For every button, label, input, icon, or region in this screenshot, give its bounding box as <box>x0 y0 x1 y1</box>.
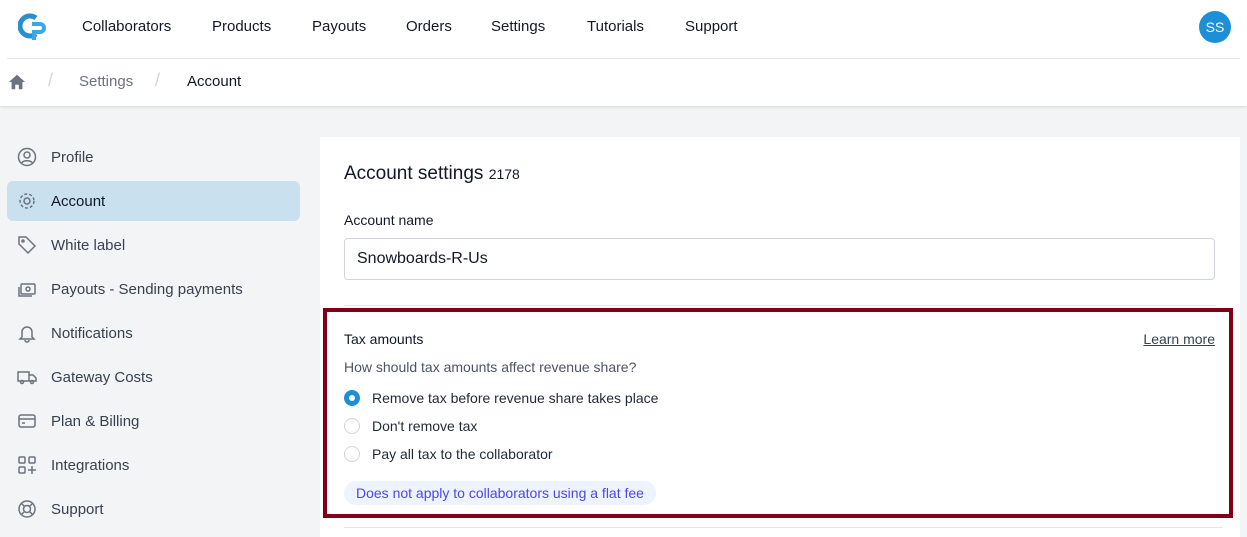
top-bar: Collaborators Products Payouts Orders Se… <box>0 0 1247 106</box>
sidebar-item-notifications[interactable]: Notifications <box>7 313 300 353</box>
logo-icon[interactable] <box>18 12 48 42</box>
divider <box>344 527 1223 528</box>
divider <box>344 305 1216 306</box>
radio-button[interactable] <box>344 446 360 462</box>
account-name-input[interactable] <box>344 238 1215 280</box>
user-circle-icon <box>17 147 37 167</box>
tag-icon <box>18 236 37 255</box>
radio-button[interactable] <box>344 418 360 434</box>
radio-label: Pay all tax to the collaborator <box>372 446 553 462</box>
radio-dont-remove-tax[interactable]: Don't remove tax <box>344 418 477 434</box>
sidebar-item-label: Payouts - Sending payments <box>51 280 243 298</box>
breadcrumb-separator: / <box>155 70 161 90</box>
radio-pay-all-tax[interactable]: Pay all tax to the collaborator <box>344 446 553 462</box>
sidebar-item-white-label[interactable]: White label <box>7 225 300 265</box>
sidebar-item-label: Support <box>51 500 104 518</box>
sidebar-item-gateway-costs[interactable]: Gateway Costs <box>7 357 300 397</box>
tax-question: How should tax amounts affect revenue sh… <box>344 359 637 375</box>
nav-products[interactable]: Products <box>212 18 271 35</box>
credit-card-icon <box>18 414 36 428</box>
sidebar-item-account[interactable]: Account <box>7 181 300 221</box>
sidebar-item-support[interactable]: Support <box>7 489 300 529</box>
radio-label: Remove tax before revenue share takes pl… <box>372 390 659 406</box>
home-icon[interactable] <box>8 73 26 91</box>
nav-settings[interactable]: Settings <box>491 18 545 35</box>
breadcrumb-settings[interactable]: Settings <box>79 73 133 90</box>
breadcrumb-account: Account <box>187 73 242 90</box>
sidebar-item-label: Account <box>51 192 106 210</box>
nav-collaborators[interactable]: Collaborators <box>82 18 171 35</box>
radio-button-checked[interactable] <box>344 390 360 406</box>
sidebar-item-plan-billing[interactable]: Plan & Billing <box>7 401 300 441</box>
tax-amounts-heading: Tax amounts <box>344 331 424 347</box>
truck-icon <box>17 371 37 385</box>
gear-icon <box>19 193 35 209</box>
lifebuoy-icon <box>18 500 36 518</box>
nav-payouts[interactable]: Payouts <box>312 18 366 35</box>
sidebar-item-label: Plan & Billing <box>51 412 140 430</box>
sidebar-item-payouts[interactable]: Payouts - Sending payments <box>7 269 300 309</box>
divider <box>7 58 1240 59</box>
bell-icon <box>18 326 36 343</box>
radio-label: Don't remove tax <box>372 418 478 434</box>
sidebar-item-label: Integrations <box>51 456 130 474</box>
sidebar-item-label: Notifications <box>51 324 133 342</box>
sidebar-item-label: Gateway Costs <box>51 368 153 386</box>
avatar[interactable]: SS <box>1199 11 1231 43</box>
cash-icon <box>18 283 36 297</box>
page-title: Account settings 2178 <box>344 163 520 185</box>
sidebar-item-label: White label <box>51 236 126 254</box>
breadcrumb-separator: / <box>48 70 54 90</box>
sidebar-item-label: Profile <box>51 148 94 166</box>
main-nav: Collaborators Products Payouts Orders Se… <box>0 0 1247 58</box>
nav-support[interactable]: Support <box>685 18 738 35</box>
page-title-text: Account settings <box>344 163 484 184</box>
nav-orders[interactable]: Orders <box>406 18 452 35</box>
account-id: 2178 <box>488 166 520 182</box>
learn-more-link[interactable]: Learn more <box>1143 331 1215 347</box>
account-name-label: Account name <box>344 212 434 228</box>
sidebar-item-integrations[interactable]: Integrations <box>7 445 300 485</box>
sidebar-item-profile[interactable]: Profile <box>7 137 300 177</box>
grid-plus-icon <box>18 456 36 474</box>
flat-fee-note-badge: Does not apply to collaborators using a … <box>344 481 656 505</box>
nav-tutorials[interactable]: Tutorials <box>587 18 644 35</box>
radio-remove-tax-before[interactable]: Remove tax before revenue share takes pl… <box>344 390 658 406</box>
